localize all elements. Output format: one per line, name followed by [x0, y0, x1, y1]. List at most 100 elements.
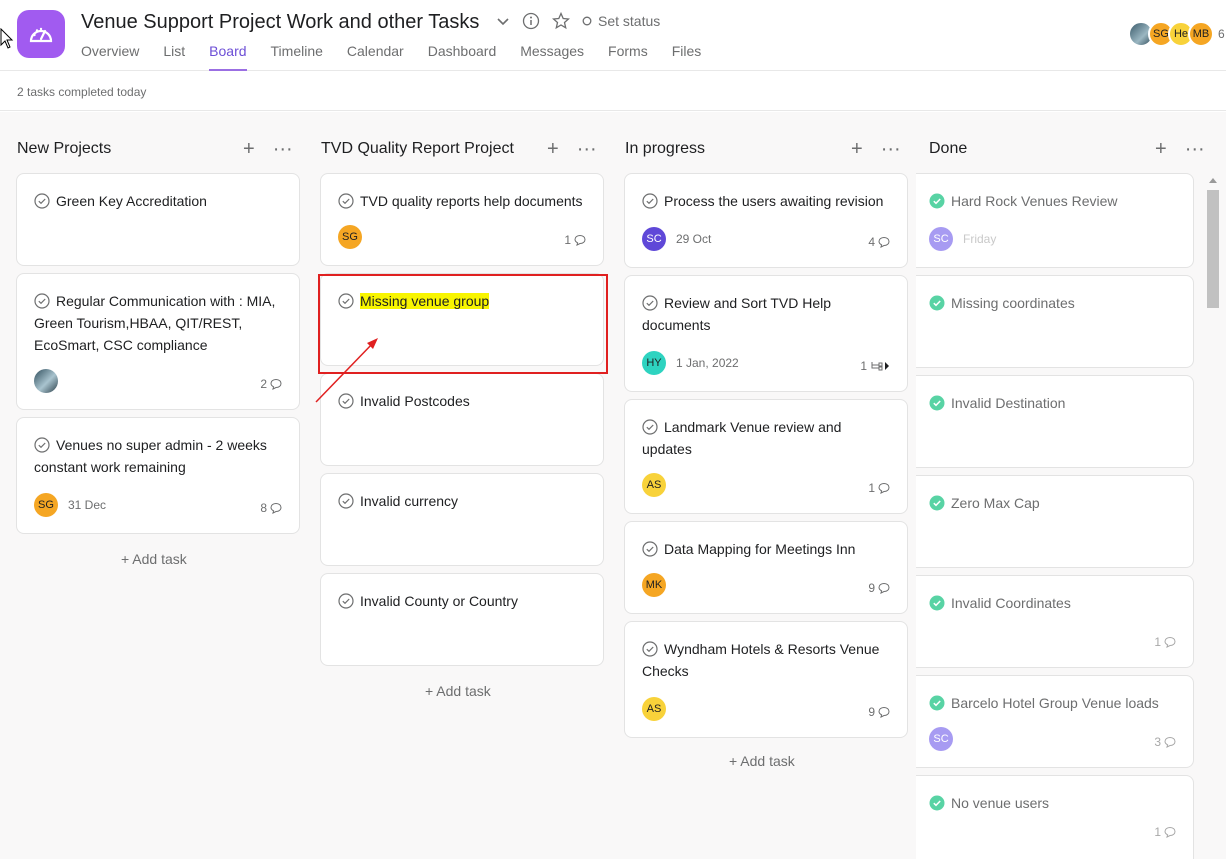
task-card[interactable]: Regular Communication with : MIA, Green … [16, 273, 300, 410]
comment-count: 1 [1154, 635, 1176, 649]
due-date[interactable]: Friday [963, 232, 996, 246]
set-status-label: Set status [598, 13, 661, 29]
column-scrollbar[interactable] [1207, 178, 1219, 859]
task-name-text: Review and Sort TVD Help documents [642, 295, 832, 333]
due-date[interactable]: 1 Jan, 2022 [676, 356, 739, 370]
task-card[interactable]: Review and Sort TVD Help documents HY 1 J… [624, 275, 908, 392]
avatar[interactable]: AS [642, 473, 666, 497]
add-task-button[interactable]: + Add task [121, 551, 187, 567]
comment-icon [1164, 826, 1176, 838]
task-card[interactable]: No venue users 1 [916, 775, 1194, 859]
task-card[interactable]: TVD quality reports help documents SG 1 [320, 173, 604, 266]
check-circle-filled-icon[interactable] [929, 295, 945, 311]
task-name-text: Hard Rock Venues Review [951, 193, 1118, 209]
task-card[interactable]: Barcelo Hotel Group Venue loads SC 3 [916, 675, 1194, 768]
mouse-cursor-icon [0, 28, 14, 49]
check-circle-filled-icon[interactable] [929, 395, 945, 411]
subtask-icon [871, 362, 889, 371]
task-card[interactable]: Data Mapping for Meetings Inn MK 9 [624, 521, 908, 614]
check-circle-filled-icon[interactable] [929, 595, 945, 611]
check-circle-filled-icon[interactable] [929, 795, 945, 811]
add-card-icon[interactable]: + [243, 138, 255, 161]
task-card[interactable]: Landmark Venue review and updates AS 1 [624, 399, 908, 514]
task-card[interactable]: Hard Rock Venues Review SC Friday [916, 173, 1194, 268]
check-circle-icon[interactable] [642, 541, 658, 557]
check-circle-icon[interactable] [34, 193, 50, 209]
due-date[interactable]: 29 Oct [676, 232, 711, 246]
column-title-new-projects[interactable]: New Projects [17, 140, 111, 158]
check-circle-filled-icon[interactable] [929, 695, 945, 711]
scrollbar-thumb[interactable] [1207, 190, 1219, 308]
chevron-down-icon[interactable] [496, 14, 510, 28]
tab-timeline[interactable]: Timeline [271, 43, 335, 71]
check-circle-icon[interactable] [642, 295, 658, 311]
column-title-in-progress[interactable]: In progress [625, 140, 705, 158]
add-card-icon[interactable]: + [1155, 138, 1167, 161]
check-circle-icon[interactable] [642, 419, 658, 435]
tab-forms[interactable]: Forms [608, 43, 660, 71]
task-card[interactable]: Process the users awaiting revision SC 29… [624, 173, 908, 268]
task-name-text: Data Mapping for Meetings Inn [664, 541, 856, 557]
comment-count: 9 [868, 705, 890, 719]
check-circle-filled-icon[interactable] [929, 193, 945, 209]
add-task-button[interactable]: + Add task [425, 683, 491, 699]
check-circle-icon[interactable] [338, 493, 354, 509]
star-icon[interactable] [552, 12, 570, 30]
check-circle-icon[interactable] [338, 193, 354, 209]
speedometer-icon [29, 27, 53, 43]
task-card[interactable]: Invalid currency [320, 473, 604, 566]
more-options-icon[interactable]: ··· [881, 138, 901, 161]
avatar[interactable]: HY [642, 351, 666, 375]
add-card-icon[interactable]: + [851, 138, 863, 161]
avatar[interactable]: SC [929, 727, 953, 751]
tab-overview[interactable]: Overview [81, 43, 151, 71]
add-task-button[interactable]: + Add task [729, 753, 795, 769]
check-circle-icon[interactable] [338, 593, 354, 609]
comment-count: 2 [260, 377, 282, 391]
task-card[interactable]: Missing coordinates [916, 275, 1194, 368]
check-circle-icon[interactable] [34, 293, 50, 309]
tab-files[interactable]: Files [672, 43, 714, 71]
comment-icon [878, 706, 890, 718]
add-card-icon[interactable]: + [547, 138, 559, 161]
column-title-done[interactable]: Done [929, 140, 967, 158]
avatar[interactable]: MK [642, 573, 666, 597]
task-name: TVD quality reports help documents [338, 190, 591, 212]
check-circle-icon[interactable] [34, 437, 50, 453]
info-icon[interactable] [522, 12, 540, 30]
tab-calendar[interactable]: Calendar [347, 43, 416, 71]
check-circle-icon[interactable] [642, 641, 658, 657]
avatar[interactable] [34, 369, 58, 393]
avatar[interactable]: SG [338, 225, 362, 249]
more-options-icon[interactable]: ··· [1185, 138, 1205, 161]
due-date[interactable]: 31 Dec [68, 498, 106, 512]
task-card[interactable]: Wyndham Hotels & Resorts Venue Checks AS… [624, 621, 908, 738]
scroll-up-icon[interactable] [1209, 178, 1217, 183]
task-card[interactable]: Green Key Accreditation [16, 173, 300, 266]
project-icon[interactable] [17, 10, 65, 58]
tab-dashboard[interactable]: Dashboard [428, 43, 509, 71]
more-options-icon[interactable]: ··· [577, 138, 597, 161]
column-title-tvd-quality[interactable]: TVD Quality Report Project [321, 140, 514, 158]
tab-messages[interactable]: Messages [520, 43, 596, 71]
task-name: Data Mapping for Meetings Inn [642, 538, 895, 560]
avatar[interactable]: SC [642, 227, 666, 251]
set-status-button[interactable]: Set status [582, 13, 660, 29]
avatar[interactable]: AS [642, 697, 666, 721]
task-card[interactable]: Zero Max Cap [916, 475, 1194, 568]
check-circle-filled-icon[interactable] [929, 495, 945, 511]
tab-list[interactable]: List [163, 43, 197, 71]
more-options-icon[interactable]: ··· [273, 138, 293, 161]
task-card[interactable]: Invalid County or Country [320, 573, 604, 666]
task-name-text: Process the users awaiting revision [664, 193, 884, 209]
check-circle-icon[interactable] [642, 193, 658, 209]
avatar[interactable]: SC [929, 227, 953, 251]
task-card[interactable]: Invalid Coordinates 1 [916, 575, 1194, 668]
task-card[interactable]: Invalid Destination [916, 375, 1194, 468]
avatar[interactable]: SG [34, 493, 58, 517]
subtask-count[interactable]: 1 [860, 359, 890, 373]
tab-board[interactable]: Board [209, 43, 258, 71]
task-name: Barcelo Hotel Group Venue loads [929, 692, 1181, 714]
task-card[interactable]: Venues no super admin - 2 weeks constant… [16, 417, 300, 534]
project-members[interactable]: SG He MB 6 [1128, 21, 1225, 47]
